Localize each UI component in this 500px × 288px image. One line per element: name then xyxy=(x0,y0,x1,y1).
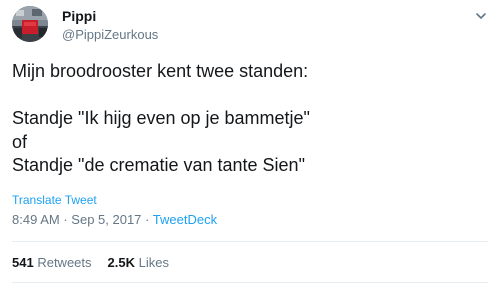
avatar-image xyxy=(12,6,48,42)
tweet-time[interactable]: 8:49 AM xyxy=(12,212,60,227)
tweet-text-line: Standje "de crematie van tante Sien" xyxy=(12,155,305,175)
likes-count: 2.5K xyxy=(107,255,135,270)
likes-label: Likes xyxy=(138,255,169,270)
tweet-text-line: of xyxy=(12,131,28,152)
tweet-text-line: Mijn broodrooster kent twee standen: xyxy=(12,61,309,81)
user-handle[interactable]: @PippiZeurkous xyxy=(62,27,158,43)
chevron-down-icon[interactable] xyxy=(474,9,488,23)
retweets-stat[interactable]: 541 Retweets xyxy=(12,255,92,270)
tweet-source-link[interactable]: TweetDeck xyxy=(153,212,217,227)
translate-tweet-link[interactable]: Translate Tweet xyxy=(12,192,97,208)
tweet-text: Mijn broodrooster kent twee standen: Sta… xyxy=(12,60,488,178)
tweet-metadata: 8:49 AM · Sep 5, 2017 · TweetDeck xyxy=(12,211,217,229)
separator: · xyxy=(145,212,150,227)
tweet-text-line: Standje "Ik hijg even op je bammetje" xyxy=(12,108,310,128)
retweets-count: 541 xyxy=(12,255,34,270)
separator: · xyxy=(63,212,68,227)
divider xyxy=(12,282,488,283)
retweets-label: Retweets xyxy=(37,255,92,270)
likes-stat[interactable]: 2.5K Likes xyxy=(108,255,169,270)
tweet-stats: 541 Retweets 2.5K Likes xyxy=(12,254,169,272)
avatar[interactable] xyxy=(12,6,48,42)
display-name[interactable]: Pippi xyxy=(62,7,96,25)
divider xyxy=(12,241,488,242)
tweet-card: Pippi @PippiZeurkous Mijn broodrooster k… xyxy=(0,0,500,288)
tweet-date[interactable]: Sep 5, 2017 xyxy=(71,212,141,227)
tweet-text-line xyxy=(12,84,488,108)
